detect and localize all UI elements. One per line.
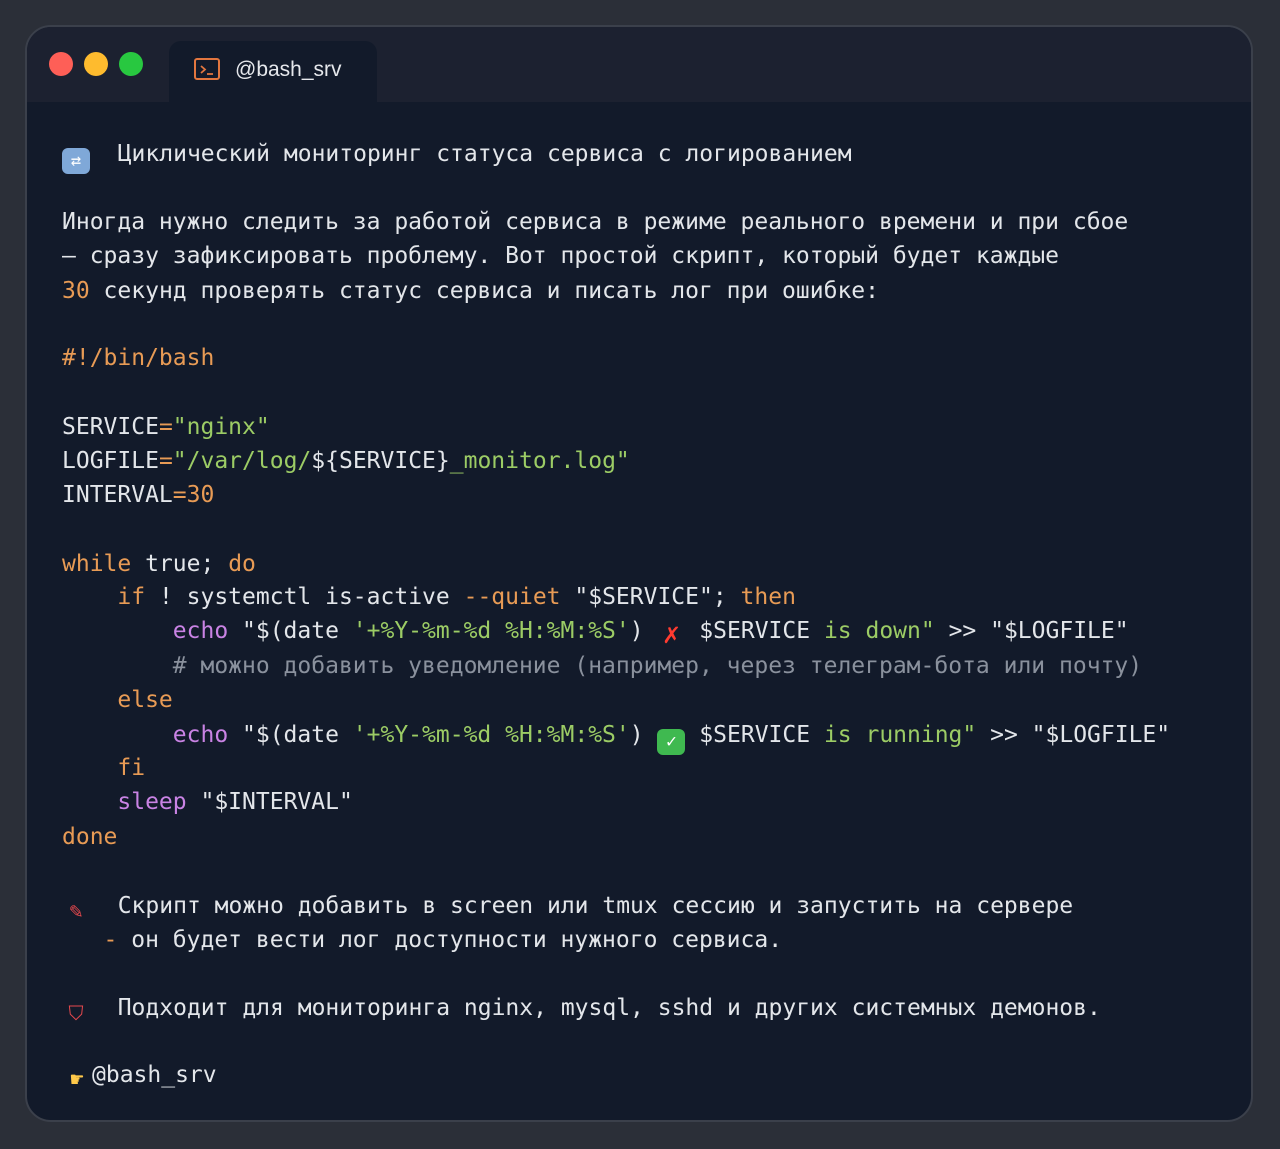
date-close: ) (629, 618, 658, 644)
heading-line: ⇄ Циклический мониторинг статуса сервиса… (62, 137, 852, 174)
if-keyword: if (117, 584, 146, 610)
echo-builtin: echo (172, 722, 229, 748)
post-content: ⇄ Циклический мониторинг статуса сервиса… (62, 137, 1251, 1093)
logfile-ref: "$LOGFILE" (1031, 722, 1171, 748)
note1-text-2: он будет вести лог доступности нужного с… (117, 927, 783, 953)
signature-line: ☛ @bash_srv (62, 1058, 217, 1093)
note2-line: ⛉ Подходит для мониторинга nginx, mysql,… (62, 991, 1101, 1025)
post-heading: Циклический мониторинг статуса сервиса с… (117, 141, 852, 167)
code-fi-line: fi (62, 751, 145, 785)
service-value: "nginx" (172, 414, 270, 440)
pointing-hand-icon: ☛ (70, 1068, 84, 1093)
down-text: is down" (823, 618, 935, 644)
code-if-line: if ! systemctl is-active --quiet "$SERVI… (62, 580, 796, 614)
signature[interactable]: @bash_srv (92, 1062, 217, 1088)
note1-text-1: Скрипт можно добавить в screen или tmux … (117, 893, 1074, 919)
redirect-operator: >> (934, 618, 991, 644)
then-keyword: then (740, 584, 796, 610)
cross-mark-icon: ✗ (663, 617, 680, 650)
running-text: is running" (823, 722, 977, 748)
service-var: SERVICE (62, 414, 159, 440)
note1-dash: - (103, 927, 118, 953)
intro-line-3: 30 секунд проверять статус сервиса и пис… (62, 274, 879, 308)
check-mark-icon: ✓ (657, 729, 686, 755)
intro-line-1: Иногда нужно следить за работой сервиса … (62, 209, 1129, 235)
code-comment: # можно добавить уведомление (например, … (172, 653, 1143, 679)
intro-line-2: — сразу зафиксировать проблему. Вот прос… (62, 243, 1059, 269)
logfile-service-ref: ${SERVICE} (311, 448, 450, 474)
true-text: true; (131, 551, 229, 577)
service-name-ref: $SERVICE (685, 722, 824, 748)
quiet-flag: --quiet (463, 584, 561, 610)
logfile-var: LOGFILE (62, 448, 159, 474)
code-logfile-line: LOGFILE="/var/log/${SERVICE}_monitor.log… (62, 448, 630, 474)
date-open: "$(date (228, 618, 353, 644)
terminal-window: @bash_srv ⇄ Циклический мониторинг стату… (25, 25, 1253, 1122)
interval-number: 30 (62, 278, 90, 304)
interval-value: 30 (186, 482, 215, 508)
tab-label: @bash_srv (235, 58, 342, 81)
note1-line-2: - он будет вести лог доступности нужного… (62, 923, 783, 957)
while-keyword: while (62, 551, 132, 577)
terminal-icon (194, 58, 220, 80)
date-open: "$(date (228, 722, 353, 748)
date-format: '+%Y-%m-%d %H:%M:%S' (352, 722, 630, 748)
logfile-path-end: _monitor.log" (449, 448, 630, 474)
maximize-button[interactable] (119, 52, 143, 76)
code-service-line: SERVICE="nginx" (62, 414, 270, 440)
note2-text: Подходит для мониторинга nginx, mysql, s… (117, 995, 1101, 1021)
code-else-line: else (62, 683, 173, 717)
systemctl-call: ! systemctl is-active (145, 584, 464, 610)
date-close: ) (629, 722, 658, 748)
close-button[interactable] (49, 52, 73, 76)
fi-keyword: fi (117, 755, 146, 781)
repeat-icon: ⇄ (62, 148, 90, 174)
code-while-line: while true; do (62, 547, 256, 581)
tab-bash-srv[interactable]: @bash_srv (169, 41, 377, 102)
code-echo-down-line: echo "$(date '+%Y-%m-%d %H:%M:%S') ✗ $SE… (62, 614, 1129, 648)
code-shebang: #!/bin/bash (62, 345, 215, 371)
code-interval-line: INTERVAL=30 (62, 482, 215, 508)
do-keyword: do (228, 551, 256, 577)
code-comment-line: # можно добавить уведомление (например, … (62, 649, 1142, 683)
code-sleep-line: sleep "$INTERVAL" (62, 785, 353, 819)
code-echo-running-line: echo "$(date '+%Y-%m-%d %H:%M:%S') ✓ $SE… (62, 718, 1171, 755)
minimize-button[interactable] (84, 52, 108, 76)
date-format: '+%Y-%m-%d %H:%M:%S' (352, 618, 630, 644)
logfile-path-start: "/var/log/ (172, 448, 312, 474)
interval-var: INTERVAL (62, 482, 173, 508)
title-bar: @bash_srv (27, 27, 1251, 102)
shield-icon: ⛉ (68, 1001, 84, 1025)
code-done-line: done (62, 824, 118, 850)
else-keyword: else (117, 687, 173, 713)
service-name-ref: $SERVICE (685, 618, 824, 644)
sleep-builtin: sleep (117, 789, 187, 815)
echo-builtin: echo (172, 618, 229, 644)
note1-line-1: ✎ Скрипт можно добавить в screen или tmu… (62, 889, 1074, 924)
intro-line-3-text: секунд проверять статус сервиса и писать… (89, 278, 879, 304)
pushpin-icon: ✎ (69, 899, 83, 924)
logfile-ref: "$LOGFILE" (990, 618, 1129, 644)
redirect-operator: >> (976, 722, 1032, 748)
sleep-arg: "$INTERVAL" (186, 789, 353, 815)
service-arg: "$SERVICE"; (560, 584, 741, 610)
